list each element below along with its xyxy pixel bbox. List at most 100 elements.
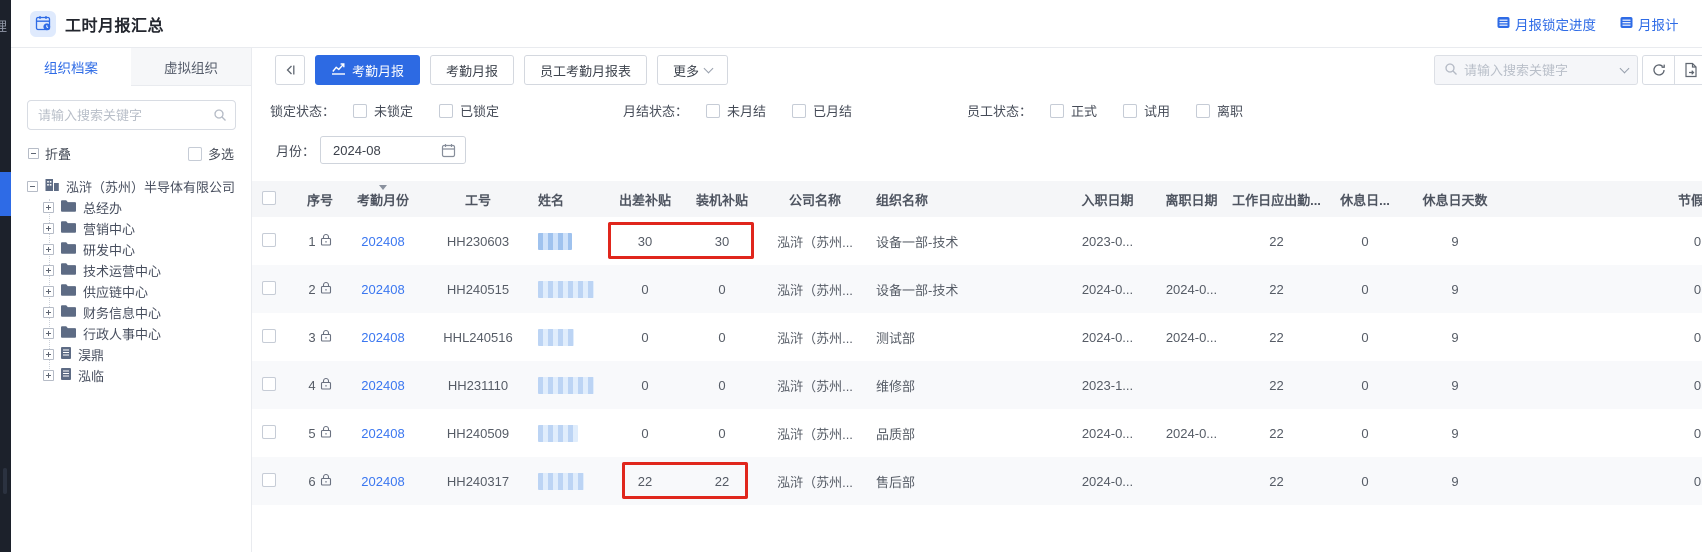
- filter-option[interactable]: 离职: [1196, 101, 1243, 120]
- more-button[interactable]: 更多: [657, 55, 728, 85]
- table-header-row: 序号考勤月份工号姓名出差补贴装机补贴公司名称组织名称入职日期离职日期工作日应出勤…: [252, 181, 1702, 217]
- attendance-monthly-report-button[interactable]: 考勤月报: [430, 55, 514, 85]
- tree-expand-icon[interactable]: [43, 370, 54, 381]
- select-all-checkbox[interactable]: [262, 191, 276, 205]
- attendance-month-link[interactable]: 202408: [361, 234, 404, 249]
- cell-leave: [1155, 217, 1228, 265]
- collapse-all-toggle[interactable]: 折叠: [28, 144, 71, 163]
- cell-emp_id: HH230603: [422, 217, 534, 265]
- cell-name: [534, 457, 604, 505]
- monthly-report-lock-progress-link[interactable]: 月报锁定进度: [1497, 14, 1596, 34]
- cell-month: 202408: [344, 313, 422, 361]
- tree-node[interactable]: 技术运营中心: [11, 260, 251, 281]
- tree-node[interactable]: 财务信息中心: [11, 302, 251, 323]
- tree-node[interactable]: 营销中心: [11, 218, 251, 239]
- org-sidebar: 组织档案 虚拟组织 折叠 多选 泓浒（苏州）半导体有限公司总经办营销中心研发中心…: [11, 48, 252, 552]
- cell-travel: 0: [604, 313, 686, 361]
- filter-option-label: 未月结: [727, 101, 766, 120]
- button-label: 考勤月报: [352, 61, 404, 80]
- tree-node-label: 淏鼎: [78, 345, 104, 364]
- cell-install: 30: [686, 217, 758, 265]
- folder-icon: [60, 241, 77, 258]
- tree-node-root[interactable]: 泓浒（苏州）半导体有限公司: [11, 175, 251, 197]
- monthly-report-calc-link[interactable]: 月报计: [1620, 14, 1679, 34]
- row-checkbox[interactable]: [262, 425, 276, 439]
- filter-option[interactable]: 未锁定: [353, 101, 413, 120]
- export-button[interactable]: [1674, 55, 1702, 85]
- checkbox[interactable]: [353, 104, 367, 118]
- table-search-input[interactable]: [1464, 63, 1615, 78]
- checkbox[interactable]: [706, 104, 720, 118]
- lock-icon: [320, 233, 332, 249]
- attendance-monthly-report-button-active[interactable]: 考勤月报: [315, 55, 420, 85]
- cell-name: [534, 265, 604, 313]
- cell-month: 202408: [344, 361, 422, 409]
- link-label: 月报计: [1638, 14, 1679, 34]
- attendance-month-link[interactable]: 202408: [361, 426, 404, 441]
- filter-option[interactable]: 正式: [1050, 101, 1097, 120]
- tree-expand-icon[interactable]: [43, 349, 54, 360]
- column-header-name: 姓名: [534, 181, 604, 217]
- lock-icon: [320, 425, 332, 441]
- checkbox[interactable]: [188, 147, 202, 161]
- checkbox[interactable]: [792, 104, 806, 118]
- sequence-with-lock: 1: [308, 233, 331, 249]
- tree-expand-icon[interactable]: [43, 286, 54, 297]
- cell-name: [534, 313, 604, 361]
- tree-node[interactable]: 研发中心: [11, 239, 251, 260]
- tree-expand-icon[interactable]: [43, 328, 54, 339]
- collapse-panel-button[interactable]: [275, 55, 305, 85]
- table-search-box: [1434, 55, 1638, 85]
- row-checkbox[interactable]: [262, 233, 276, 247]
- multiselect-toggle[interactable]: 多选: [188, 144, 234, 163]
- tree-collapse-icon[interactable]: [27, 181, 38, 192]
- table-row: 4202408HH23111000泓浒（苏州...维修部2023-1...220…: [252, 361, 1702, 409]
- org-search-input[interactable]: [27, 100, 236, 130]
- filter-option[interactable]: 试用: [1123, 101, 1170, 120]
- cell-seq: 2: [296, 265, 344, 313]
- nav-active-indicator: [0, 172, 11, 216]
- employee-attendance-report-button[interactable]: 员工考勤月报表: [524, 55, 647, 85]
- filter-option[interactable]: 未月结: [706, 101, 766, 120]
- row-checkbox[interactable]: [262, 377, 276, 391]
- tree-node[interactable]: 泓临: [11, 365, 251, 386]
- filter-option[interactable]: 已锁定: [439, 101, 499, 120]
- cell-rest_days: 9: [1405, 361, 1505, 409]
- month-input[interactable]: [321, 143, 421, 158]
- filter-caret-icon[interactable]: [379, 185, 387, 194]
- checkbox[interactable]: [1196, 104, 1210, 118]
- attendance-month-link[interactable]: 202408: [361, 282, 404, 297]
- checkbox[interactable]: [1123, 104, 1137, 118]
- tree-expand-icon[interactable]: [43, 307, 54, 318]
- tree-node[interactable]: 供应链中心: [11, 281, 251, 302]
- tree-expand-icon[interactable]: [43, 244, 54, 255]
- attendance-month-link[interactable]: 202408: [361, 378, 404, 393]
- collapsed-nav-strip[interactable]: 理: [0, 0, 11, 552]
- cell-rest: 0: [1325, 217, 1405, 265]
- cell-sel: [252, 313, 296, 361]
- cell-company: 泓浒（苏州...: [758, 313, 872, 361]
- cell-holiday: 0: [1505, 457, 1702, 505]
- tab-virtual-org[interactable]: 虚拟组织: [131, 48, 251, 86]
- attendance-month-link[interactable]: 202408: [361, 330, 404, 345]
- tree-expand-icon[interactable]: [43, 202, 54, 213]
- row-checkbox[interactable]: [262, 473, 276, 487]
- tree-expand-icon[interactable]: [43, 223, 54, 234]
- cell-month: 202408: [344, 457, 422, 505]
- tree-node[interactable]: 总经办: [11, 197, 251, 218]
- attendance-month-link[interactable]: 202408: [361, 474, 404, 489]
- tree-node[interactable]: 行政人事中心: [11, 323, 251, 344]
- tree-expand-icon[interactable]: [43, 265, 54, 276]
- filter-option[interactable]: 已月结: [792, 101, 852, 120]
- cell-company: 泓浒（苏州...: [758, 265, 872, 313]
- tab-org-archive[interactable]: 组织档案: [11, 48, 131, 86]
- row-checkbox[interactable]: [262, 329, 276, 343]
- row-checkbox[interactable]: [262, 281, 276, 295]
- month-picker[interactable]: [320, 136, 466, 164]
- checkbox[interactable]: [1050, 104, 1064, 118]
- checkbox[interactable]: [439, 104, 453, 118]
- sequence-number: 1: [308, 234, 315, 249]
- tree-node[interactable]: 淏鼎: [11, 344, 251, 365]
- cell-sel: [252, 265, 296, 313]
- refresh-button[interactable]: [1642, 55, 1675, 85]
